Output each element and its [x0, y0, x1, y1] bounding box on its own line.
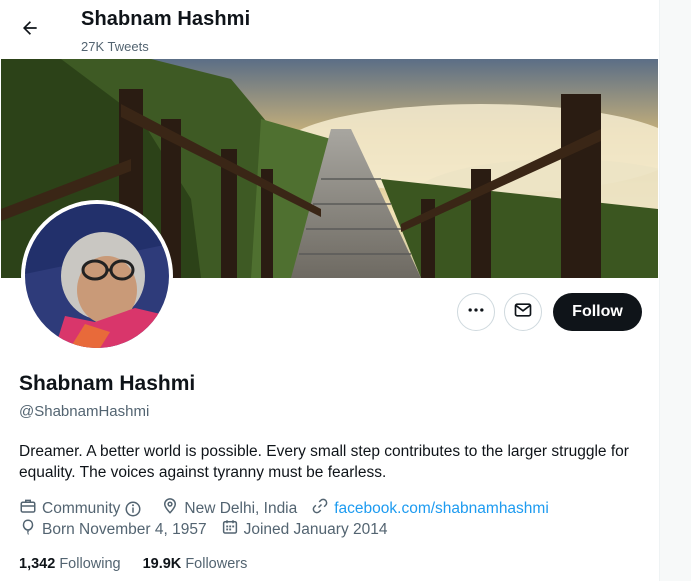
message-button[interactable]: [504, 293, 542, 331]
followers-link[interactable]: 19.9K Followers: [143, 556, 248, 572]
profile-category: Community: [19, 497, 147, 520]
category-label: Community: [42, 499, 121, 517]
profile-meta-row: Community New Delhi, India facebook.com/…: [19, 497, 563, 520]
profile-handle: @ShabnamHashmi: [19, 403, 150, 420]
profile-bio: Dreamer. A better world is possible. Eve…: [19, 443, 629, 481]
followers-label: Followers: [185, 556, 248, 572]
follow-button[interactable]: Follow: [553, 293, 642, 331]
tweet-count: 27K Tweets: [81, 39, 149, 54]
following-link[interactable]: 1,342 Following: [19, 556, 121, 572]
calendar-icon: [221, 518, 244, 541]
more-dots-icon: [466, 300, 486, 325]
follow-stats: 1,342 Following 19.9K Followers: [19, 556, 269, 572]
briefcase-icon: [19, 497, 42, 520]
profile-birthday: Born November 4, 1957: [19, 518, 207, 541]
header-title: Shabnam Hashmi: [81, 8, 251, 30]
more-button[interactable]: [457, 293, 495, 331]
profile-joined: Joined January 2014: [221, 518, 388, 541]
link-icon: [311, 497, 334, 520]
profile-header: Shabnam Hashmi 27K Tweets: [0, 0, 659, 59]
arrow-left-icon: [20, 18, 40, 43]
profile-website[interactable]: facebook.com/shabnamhashmi: [311, 497, 549, 520]
following-label: Following: [59, 556, 121, 572]
profile-avatar[interactable]: [21, 200, 173, 352]
back-button[interactable]: [12, 12, 48, 48]
website-link[interactable]: facebook.com/shabnamhashmi: [334, 500, 549, 518]
following-count: 1,342: [19, 556, 56, 572]
birthday-label: Born November 4, 1957: [42, 520, 207, 538]
followers-count: 19.9K: [142, 556, 182, 572]
location-pin-icon: [161, 497, 184, 520]
location-label: New Delhi, India: [184, 499, 298, 517]
info-circle-icon[interactable]: [124, 500, 147, 518]
profile-column: Shabnam Hashmi 27K Tweets Follow Shabnam…: [0, 0, 659, 581]
right-sidebar: [659, 0, 691, 581]
profile-location: New Delhi, India: [161, 497, 297, 520]
joined-label: Joined January 2014: [243, 520, 388, 538]
envelope-icon: [513, 300, 533, 325]
profile-name: Shabnam Hashmi: [19, 372, 196, 395]
balloon-icon: [19, 518, 42, 541]
profile-meta-row-2: Born November 4, 1957 Joined January 201…: [19, 518, 402, 541]
